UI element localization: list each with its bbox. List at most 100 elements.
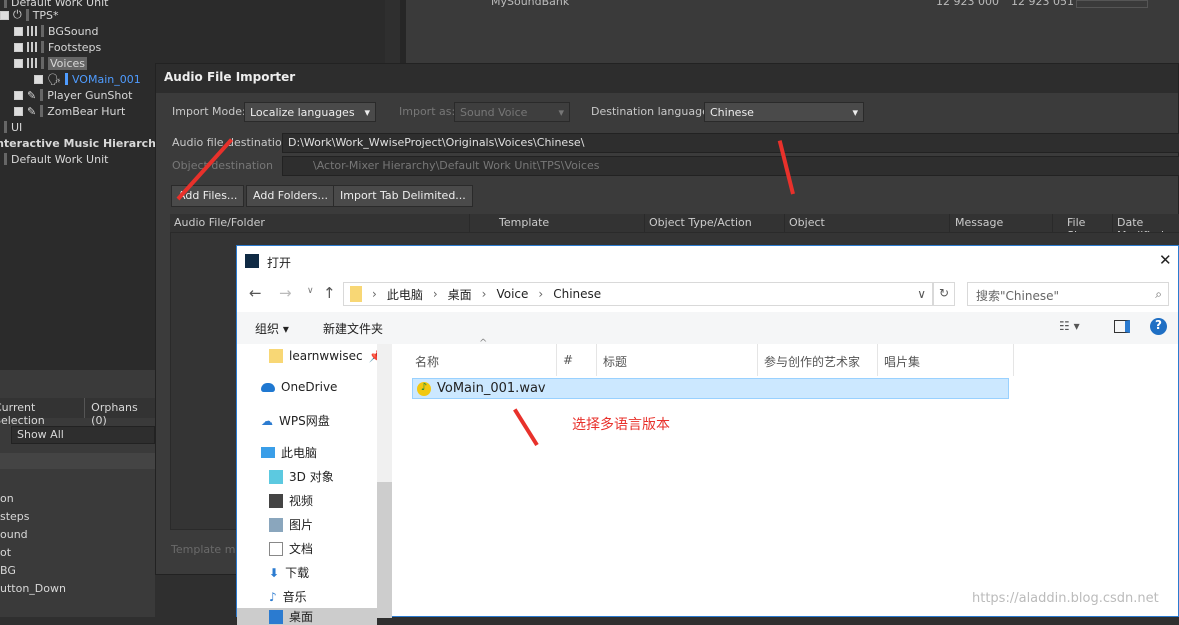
tree-item[interactable]: ✎ Player GunShot: [4, 87, 132, 103]
tree-item[interactable]: UI: [4, 119, 22, 135]
column-object-type[interactable]: Object Type/Action: [645, 214, 785, 232]
tree-label: Voices: [48, 56, 88, 70]
tab-orphans[interactable]: Orphans (0): [85, 398, 155, 427]
checkbox[interactable]: [34, 74, 43, 84]
list-item[interactable]: BG: [0, 562, 66, 580]
checkbox[interactable]: [0, 10, 9, 20]
breadcrumb-item[interactable]: Chinese: [553, 287, 601, 301]
checkbox[interactable]: [14, 42, 23, 52]
checkbox[interactable]: [14, 58, 23, 68]
tree-item[interactable]: BGSound: [4, 23, 99, 39]
checkbox[interactable]: [14, 106, 23, 116]
search-input[interactable]: 搜索"Chinese" ⌕: [967, 282, 1169, 306]
import-mode-select[interactable]: Localize languages ▾: [244, 102, 376, 122]
organize-label: 组织: [255, 322, 280, 336]
music-icon: ♪: [269, 589, 277, 604]
audio-destination-field[interactable]: D:\Work\Work_WwiseProject\Originals\Voic…: [282, 133, 1179, 153]
import-tab-delimited-button[interactable]: Import Tab Delimited...: [333, 185, 473, 207]
soundbank-name[interactable]: MySoundBank: [491, 0, 569, 8]
list-item[interactable]: ot: [0, 544, 66, 562]
checkbox[interactable]: [14, 26, 23, 36]
tab-current-selection[interactable]: Current Selection: [0, 398, 86, 427]
app-icon: [245, 254, 259, 268]
column-album[interactable]: 唱片集: [878, 344, 1014, 376]
filter-select[interactable]: Show All: [11, 426, 155, 444]
column-object[interactable]: Object: [785, 214, 950, 232]
nav-item-downloads[interactable]: 下载: [285, 564, 309, 581]
nav-item-learnwwise[interactable]: learnwwisec: [289, 349, 363, 363]
view-options-icon[interactable]: ☷ ▾: [1059, 319, 1080, 333]
column-number[interactable]: #: [557, 344, 597, 376]
column-file-size[interactable]: File Size: [1063, 214, 1113, 242]
column-name[interactable]: 名称: [409, 344, 557, 376]
column-title[interactable]: 标题: [597, 344, 758, 376]
new-folder-button[interactable]: 新建文件夹: [323, 320, 383, 337]
organize-button[interactable]: 组织 ▾: [255, 320, 289, 337]
nav-item-pictures[interactable]: 图片: [289, 516, 313, 533]
nav-item-wps[interactable]: WPS网盘: [279, 412, 330, 429]
nav-item-videos[interactable]: 视频: [289, 492, 313, 509]
dialog-title: Audio File Importer: [156, 64, 1178, 93]
soundbank-size: 12 923 000: [936, 0, 999, 8]
nav-item-this-pc[interactable]: 此电脑: [281, 444, 317, 461]
tree-item[interactable]: Footsteps: [4, 39, 101, 55]
nav-item-music[interactable]: 音乐: [283, 588, 307, 605]
sfx-icon: ✎: [27, 88, 37, 102]
nav-item-onedrive[interactable]: OneDrive: [281, 380, 337, 394]
column-message[interactable]: Message: [951, 214, 1053, 232]
breadcrumb-item[interactable]: 此电脑: [387, 286, 423, 303]
tree-item[interactable]: ⏻ TPS*: [0, 7, 59, 23]
breadcrumb-item[interactable]: Voice: [496, 287, 528, 301]
close-icon[interactable]: ✕: [1159, 251, 1172, 269]
soundbank-size-max: 12 923 051: [1011, 0, 1074, 8]
import-as-value: Sound Voice: [460, 105, 528, 119]
section-label: Interactive Music Hierarchy: [0, 136, 164, 150]
tree-item[interactable]: 🗣 VOMain_001: [34, 71, 141, 87]
cloud-icon: ☁: [261, 413, 273, 428]
list-item[interactable]: utton_Down: [0, 580, 66, 598]
list-item[interactable]: on: [0, 490, 66, 508]
tree-item[interactable]: Default Work Unit: [4, 151, 108, 167]
breadcrumb-item[interactable]: 桌面: [448, 286, 472, 303]
add-folders-button[interactable]: Add Folders...: [246, 185, 336, 207]
tree-label: VOMain_001: [71, 72, 141, 86]
tree-item[interactable]: Voices: [4, 55, 88, 71]
tree-label: BGSound: [48, 24, 99, 38]
onedrive-icon: [261, 382, 275, 392]
import-as-label: Import as:: [399, 105, 456, 118]
back-icon[interactable]: ←: [249, 284, 262, 302]
chevron-right-icon: ›: [372, 287, 377, 301]
tree-label: Default Work Unit: [11, 152, 109, 166]
list-item[interactable]: steps: [0, 508, 66, 526]
preview-pane-icon[interactable]: [1114, 320, 1130, 333]
workunit-icon: ⏻: [13, 8, 22, 21]
object-destination-field: \Actor-Mixer Hierarchy\Default Work Unit…: [282, 156, 1179, 176]
nav-item-3d-objects[interactable]: 3D 对象: [289, 468, 334, 485]
list-header: [0, 453, 155, 469]
size-gauge: [1076, 0, 1148, 8]
chevron-down-icon: ▾: [558, 105, 564, 119]
tree-item[interactable]: ✎ ZomBear Hurt: [4, 103, 125, 119]
help-icon[interactable]: ?: [1150, 318, 1167, 335]
column-template[interactable]: Template: [495, 214, 645, 232]
command-bar: 组织 ▾ 新建文件夹 ☷ ▾ ?: [237, 312, 1178, 344]
address-bar[interactable]: › 此电脑 › 桌面 › Voice › Chinese ∨: [343, 282, 933, 306]
list-item[interactable]: ound: [0, 526, 66, 544]
nav-item-documents[interactable]: 文档: [289, 540, 313, 557]
checkbox[interactable]: [14, 90, 23, 100]
file-row[interactable]: ♪ VoMain_001.wav: [412, 378, 1009, 399]
recent-dropdown-icon[interactable]: ∨: [307, 286, 314, 296]
column-date-modified[interactable]: Date Modified: [1113, 214, 1179, 242]
tree-label: TPS*: [32, 8, 59, 22]
computer-icon: [261, 447, 275, 458]
chevron-down-icon[interactable]: ∨: [917, 287, 926, 301]
up-icon[interactable]: ↑: [323, 284, 336, 302]
refresh-icon[interactable]: ↻: [933, 282, 955, 306]
container-icon: [27, 26, 37, 36]
column-artist[interactable]: 参与创作的艺术家: [758, 344, 878, 376]
nav-scrollbar[interactable]: [377, 344, 392, 618]
column-audio-file[interactable]: Audio File/Folder: [170, 214, 470, 232]
forward-icon[interactable]: →: [279, 284, 292, 302]
audio-file-icon: ♪: [417, 381, 431, 396]
destination-language-select[interactable]: Chinese ▾: [704, 102, 864, 122]
